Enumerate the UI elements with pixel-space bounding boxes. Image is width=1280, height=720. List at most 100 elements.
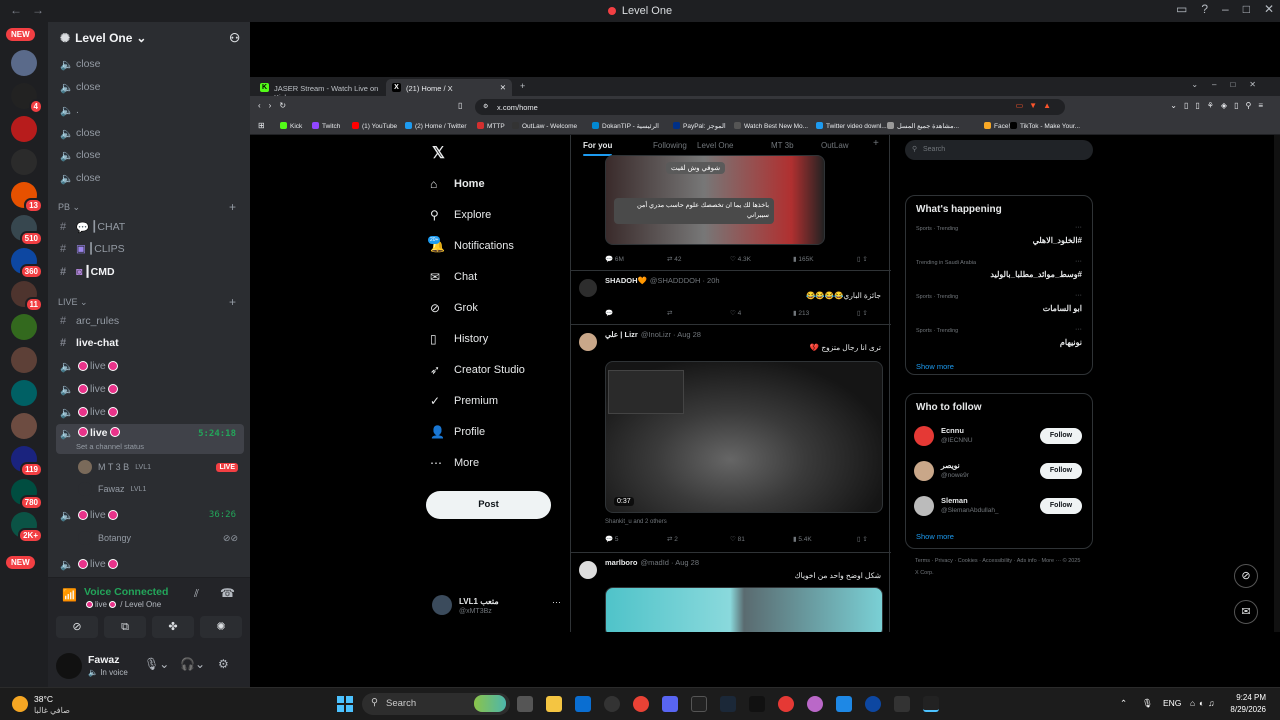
repost-count[interactable]: ⇄ 2 (667, 535, 678, 543)
show-more-link[interactable]: Show more (916, 362, 954, 371)
browser-window-controls[interactable]: ⌄–□✕ (1191, 80, 1270, 89)
tab-outlaw[interactable]: OutLaw (821, 141, 849, 150)
nav-home[interactable]: ⌂ Home (430, 177, 485, 191)
reply-count[interactable]: 💬 5 (605, 535, 619, 543)
grok-float-icon[interactable]: ⊘ (1234, 564, 1258, 588)
taskbar-search[interactable]: ⚲ Search (362, 693, 510, 715)
voice-user[interactable]: M T 3 B LVL1 LIVE (78, 460, 244, 474)
browser-menu-icons[interactable]: ⌄▯▯⚘◈▯⚲≡ (1170, 101, 1270, 110)
follow-suggestion-name[interactable]: Ecnnu (941, 426, 964, 435)
minimize-button[interactable]: – (1222, 2, 1229, 16)
new-tab-icon[interactable]: + (520, 81, 525, 91)
add-channel-icon[interactable]: + (229, 295, 236, 309)
repost-icon[interactable]: ⇄ (667, 309, 672, 317)
voice-channel-close[interactable]: 🔈 close (56, 123, 244, 143)
voice-channel-live[interactable]: 🔈 live (56, 402, 244, 422)
category-pb[interactable]: PB ⌄ + (58, 200, 242, 214)
tweet[interactable]: marlboro @madId · Aug 28 شكل اوضح واحد من… (571, 553, 891, 632)
text-channel-chat[interactable]: # 💬 ┃CHAT (56, 217, 244, 237)
apps-grid-icon[interactable]: ⊞ (258, 121, 265, 130)
bookmark-share-icons[interactable]: ▯ ⇪ (857, 535, 868, 543)
tweet-author[interactable]: علي | Lizr @InoLizr · Aug 28 (605, 330, 701, 339)
bookmark-item[interactable]: TikTok - Make Your... (1010, 122, 1080, 130)
edge-icon[interactable] (865, 696, 881, 712)
bookmark-item[interactable]: Kick (280, 122, 302, 130)
guild-header[interactable]: ✺ Level One ⌄ ⚇ (48, 22, 250, 54)
voice-channel-dot[interactable]: 🔈. (56, 100, 244, 120)
voice-channel-live[interactable]: 🔈 live 36:26 (56, 505, 244, 525)
server-icon[interactable] (11, 314, 37, 340)
voice-channel-live[interactable]: 🔈 live (56, 554, 244, 574)
bookmark-item[interactable]: (1) YouTube (352, 122, 397, 130)
tab-following[interactable]: Following (653, 141, 687, 150)
nav-chat[interactable]: ✉ Chat (430, 270, 477, 284)
epic-games-icon[interactable] (894, 696, 910, 712)
obs-icon[interactable] (604, 696, 620, 712)
mic-tray-icon[interactable]: 🎙 (1142, 698, 1153, 709)
tray-chevron-icon[interactable]: ⌃ (1120, 698, 1127, 709)
voice-channel-close[interactable]: 🔈 close (56, 77, 244, 97)
tab-x-home[interactable]: X (21) Home / X ✕ (386, 79, 512, 96)
screen-share-button[interactable]: ⧉ (104, 616, 146, 638)
footer-links[interactable]: Terms · Privacy · Cookies · Accessibilit… (915, 555, 1085, 579)
voice-channel-close[interactable]: 🔈 close (56, 168, 244, 188)
microphone-icon[interactable]: 🎙⌄ (144, 657, 169, 671)
tweet-author[interactable]: SHADOH🧡 @SHADDDOH · 20h (605, 276, 720, 285)
nav-grok[interactable]: ⊘ Grok (430, 301, 478, 315)
more-icon[interactable]: ··· (1075, 292, 1082, 299)
like-count[interactable]: ♡ 81 (730, 535, 745, 543)
tweet[interactable]: SHADOH🧡 @SHADDDOH · 20h جائزة الباري😂😂😂😂 … (571, 271, 891, 325)
browser-nav-icons[interactable]: ‹›↻ (258, 101, 294, 110)
disconnect-icon[interactable]: ☎ (220, 586, 235, 600)
server-icon[interactable]: 119 (11, 446, 43, 477)
tab-mt3b[interactable]: MT 3b (771, 141, 794, 150)
trend-item[interactable]: #وسط_موائد_مطلبا_بالوليد (990, 270, 1082, 279)
search-input[interactable]: ⚲ Search (905, 140, 1093, 160)
tweet-video[interactable]: 0:37 (605, 361, 883, 513)
server-icon[interactable]: 510 (11, 215, 43, 246)
add-channel-icon[interactable]: + (229, 200, 236, 214)
brave-shields-icon[interactable]: ▭▼▲ (1016, 101, 1057, 110)
bookmark-item[interactable]: MTTP (477, 122, 505, 130)
server-icon[interactable]: 13 (11, 182, 43, 213)
close-button[interactable]: ✕ (1264, 2, 1274, 16)
network-volume-icons[interactable]: ⌂◐♫ (1190, 698, 1219, 708)
voice-channel-live[interactable]: 🔈 live (56, 379, 244, 399)
bookmark-item[interactable]: مشاهدة جميع المسل... (887, 122, 959, 130)
camera-off-button[interactable]: ⊘ (56, 616, 98, 638)
avatar[interactable] (914, 426, 934, 446)
trend-item[interactable]: #الخلود_الاهلي (1033, 236, 1082, 245)
bookmark-item[interactable]: OutLaw - Welcome (512, 122, 577, 130)
voice-user[interactable]: Fawaz LVL1 (78, 482, 146, 496)
tweet-author[interactable]: marlboro @madId · Aug 28 (605, 558, 699, 567)
bookmark-item[interactable]: PayPal: الموجز (673, 122, 726, 130)
close-tab-icon[interactable]: ✕ (500, 83, 506, 92)
follow-suggestion-name[interactable]: Sleman (941, 496, 968, 505)
server-icon[interactable] (11, 347, 37, 373)
text-channel-arc-rules[interactable]: # arc_rules (56, 311, 244, 331)
follow-button[interactable]: Follow (1040, 463, 1082, 479)
bookmark-share-icons[interactable]: ▯ ⇪ (857, 309, 868, 317)
avatar[interactable] (914, 496, 934, 516)
trend-item[interactable]: ابو السامات (1043, 304, 1082, 313)
bookmark-item[interactable]: DokanTIP - الرئيسية (592, 122, 659, 130)
clock[interactable]: 9:24 PM 8/29/2026 (1230, 692, 1266, 716)
reply-count[interactable]: 💬 6M (605, 255, 624, 263)
more-icon[interactable]: ··· (1075, 326, 1082, 333)
tweet-media-image[interactable] (605, 587, 883, 632)
file-explorer-icon[interactable] (546, 696, 562, 712)
bookmark-share-icons[interactable]: ▯ ⇪ (857, 255, 868, 263)
signal-icon[interactable]: 📶 (62, 588, 77, 602)
voice-user[interactable]: Botangy ⊘⊘ (78, 531, 244, 545)
nav-profile[interactable]: 👤 Profile (430, 425, 485, 439)
server-icon[interactable] (11, 50, 37, 76)
more-icon[interactable]: ··· (1075, 224, 1082, 231)
help-icon[interactable]: ? (1201, 2, 1208, 16)
voice-channel-live[interactable]: 🔈 live (56, 356, 244, 376)
tweet[interactable]: علي | Lizr @InoLizr · Aug 28 ترى انا رجال… (571, 325, 891, 553)
app-icon[interactable] (923, 696, 939, 712)
like-count[interactable]: ♡ 4 (730, 309, 741, 317)
view-count[interactable]: ▮ 165K (793, 255, 814, 263)
start-button[interactable] (337, 696, 353, 712)
follow-suggestion-name[interactable]: نويصر (941, 461, 960, 470)
